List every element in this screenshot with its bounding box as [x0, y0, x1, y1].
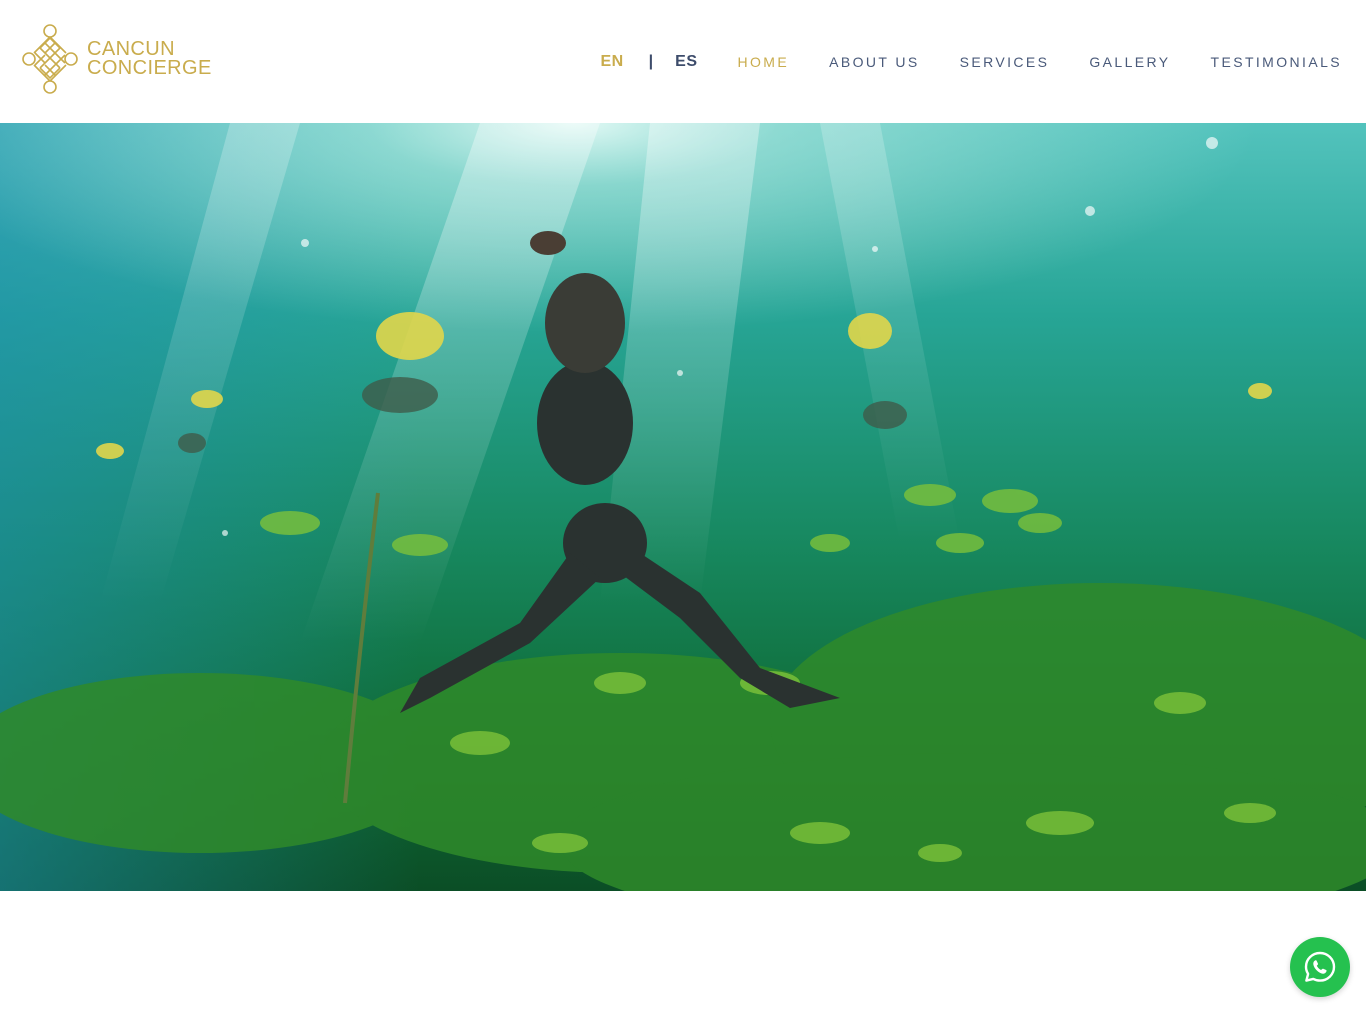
site-header: CANCUN CONCIERGE EN | ES HOME ABOUT US S… — [0, 0, 1366, 123]
brand-name: CANCUN CONCIERGE — [87, 39, 212, 79]
nav-gallery[interactable]: GALLERY — [1089, 54, 1170, 70]
main-nav: EN | ES HOME ABOUT US SERVICES GALLERY T… — [600, 50, 1342, 74]
lang-es-link[interactable]: ES — [675, 53, 697, 71]
brand-logo[interactable]: CANCUN CONCIERGE — [22, 22, 212, 96]
lang-en-link[interactable]: EN — [600, 53, 623, 71]
brand-name-line2: CONCIERGE — [87, 57, 212, 79]
nav-about-us[interactable]: ABOUT US — [829, 54, 920, 70]
endless-knot-icon — [22, 24, 78, 94]
hero-underwater-image — [0, 123, 1366, 891]
nav-testimonials[interactable]: TESTIMONIALS — [1211, 54, 1342, 70]
whatsapp-button[interactable] — [1290, 937, 1350, 997]
lang-separator: | — [648, 53, 654, 70]
whatsapp-icon — [1304, 951, 1336, 982]
nav-services[interactable]: SERVICES — [960, 54, 1050, 70]
hero-video[interactable] — [0, 123, 1366, 891]
nav-home[interactable]: HOME — [738, 54, 790, 70]
